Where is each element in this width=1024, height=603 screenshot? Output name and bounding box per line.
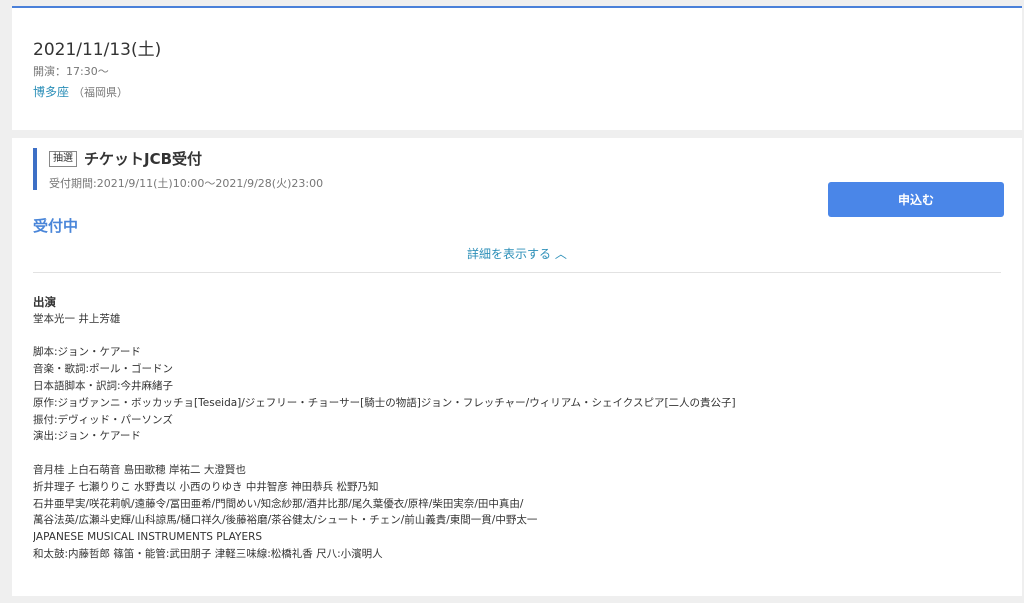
cast-heading: 出演 (33, 295, 56, 309)
ensemble-line: 音月桂 上白石萌音 島田歌穂 岸祐二 大澄賢也 (33, 463, 246, 476)
cast-leads: 堂本光一 井上芳雄 (33, 312, 121, 325)
venue-link[interactable]: 博多座 (33, 85, 69, 99)
reception-status: 受付中 (33, 217, 79, 235)
ticket-title-row: 抽選 チケットJCB受付 (49, 148, 202, 169)
credit-line: 脚本:ジョン・ケアード (33, 346, 141, 359)
venue-prefecture: （福岡県） (73, 86, 129, 99)
page: 2021/11/13(土) 開演：17:30〜 博多座 （福岡県） 抽選 チケット… (0, 0, 1024, 603)
event-date: 2021/11/13(土) (33, 40, 162, 60)
ticket-lottery-card: 抽選 チケットJCB受付 受付期間:2021/9/11(土)10:00〜2021… (12, 138, 1022, 596)
show-details-link[interactable]: 詳細を表示する ︿ (467, 245, 567, 262)
credit-line: 音楽・歌詞:ポール・ゴードン (33, 363, 174, 376)
credit-line: 演出:ジョン・ケアード (33, 430, 141, 443)
ensemble-line: 和太鼓:内藤哲郎 篠笛・能管:武田朋子 津軽三味線:松橋礼香 尺八:小濱明人 (33, 547, 383, 560)
cast-section: 出演 堂本光一 井上芳雄 脚本:ジョン・ケアード 音楽・歌詞:ポール・ゴードン … (33, 294, 1008, 563)
credit-line: 原作:ジョヴァンニ・ボッカッチョ[Teseida]/ジェフリー・チョーサー[騎士… (33, 396, 736, 409)
accent-bar (33, 148, 37, 190)
ensemble-line: JAPANESE MUSICAL INSTRUMENTS PLAYERS (33, 531, 263, 544)
reception-period: 受付期間:2021/9/11(土)10:00〜2021/9/28(火)23:00 (49, 177, 324, 190)
lottery-badge: 抽選 (49, 150, 77, 167)
apply-button[interactable]: 申込む (828, 182, 1004, 217)
credit-line: 日本語脚本・訳詞:今井麻緒子 (33, 379, 174, 392)
event-start-time: 開演：17:30〜 (33, 65, 109, 78)
venue-row: 博多座 （福岡県） (33, 83, 128, 100)
ensemble-line: 萬谷法英/広瀬斗史輝/山科諒馬/樋口祥久/後藤裕磨/茶谷健太/シュート・チェン/… (33, 514, 538, 527)
ensemble-line: 石井亜早実/咲花莉帆/遠藤令/冨田亜希/門間めい/知念紗那/酒井比那/尾久葉優衣… (33, 497, 524, 510)
ensemble-line: 折井理子 七瀬りりこ 水野貴以 小西のりゆき 中井智彦 神田恭兵 松野乃知 (33, 480, 379, 493)
credit-line: 振付:デヴィッド・パーソンズ (33, 413, 173, 426)
ticket-title: チケットJCB受付 (84, 150, 203, 168)
event-info-card: 2021/11/13(土) 開演：17:30〜 博多座 （福岡県） (12, 6, 1022, 130)
divider (33, 272, 1001, 273)
